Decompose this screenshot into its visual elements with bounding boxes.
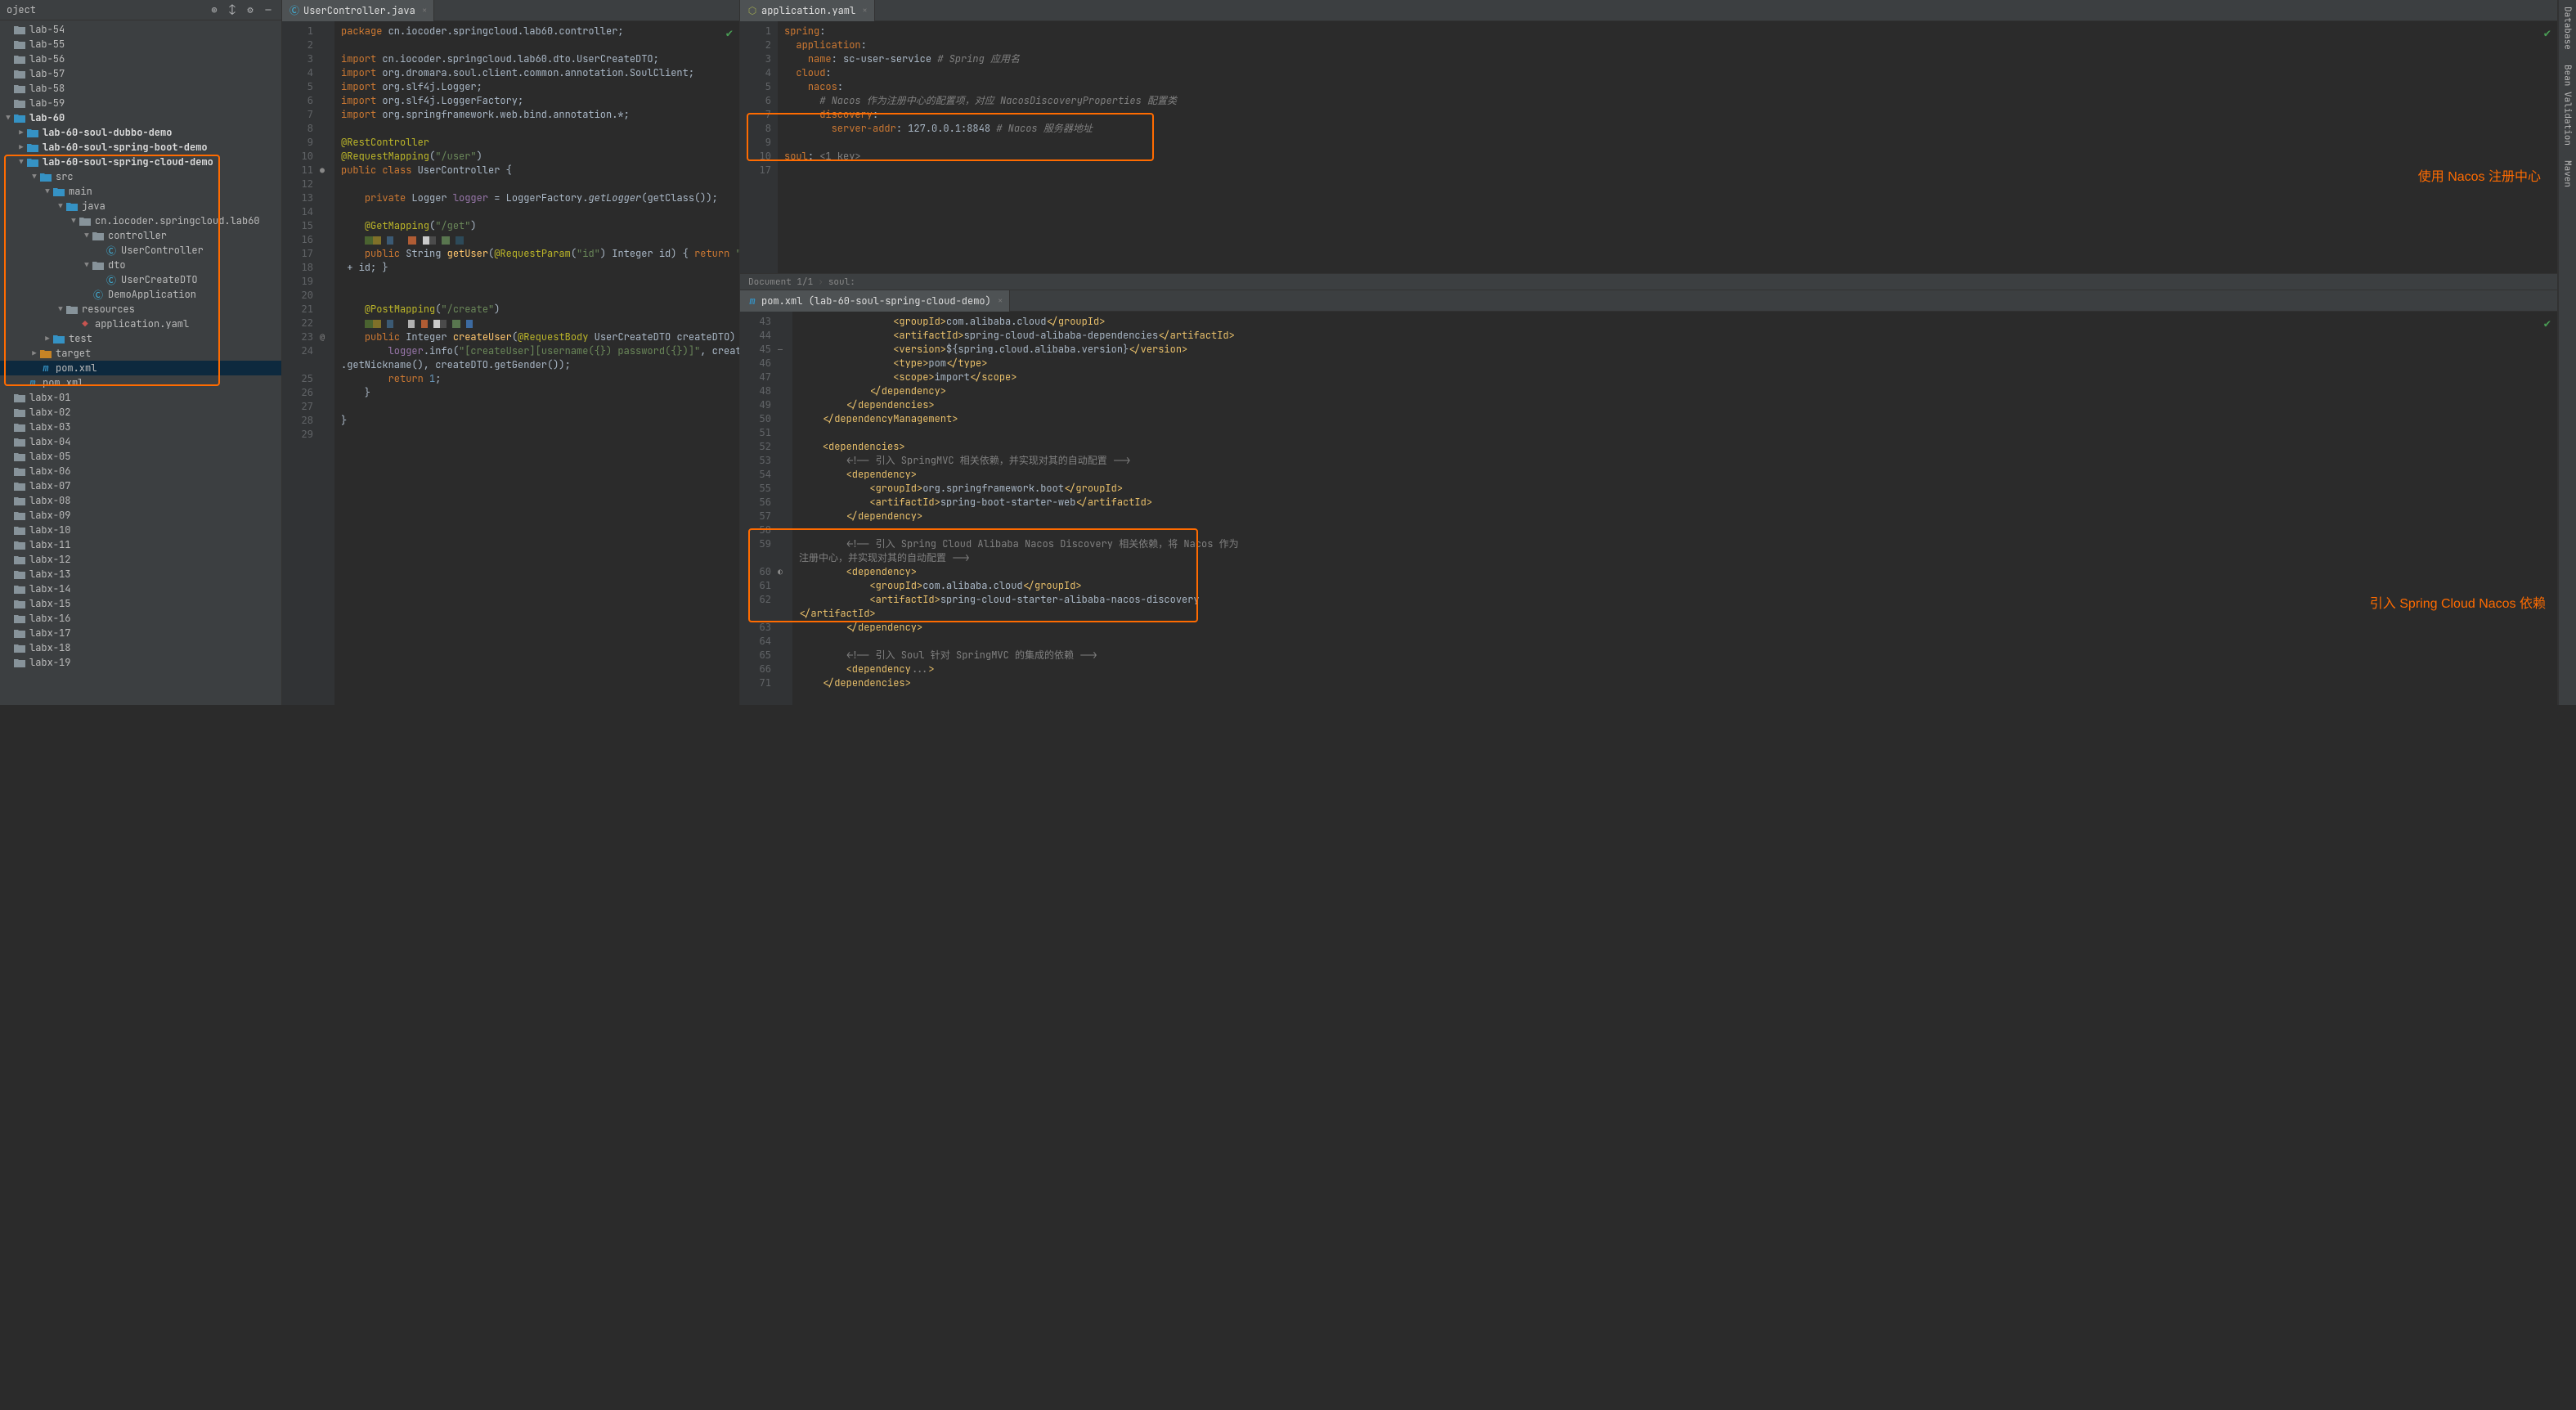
tree-item-lab-60[interactable]: ▼lab-60 xyxy=(0,110,281,125)
editor-tabs-left: Ⓒ UserController.java × xyxy=(282,0,739,21)
tree-item-demoapplication[interactable]: ⒸDemoApplication xyxy=(0,287,281,302)
sidebar-header: oject ⊕ ↕ ⚙ — xyxy=(0,0,281,20)
tree-item-labx-18[interactable]: labx-18 xyxy=(0,640,281,655)
tree-item-labx-09[interactable]: labx-09 xyxy=(0,508,281,523)
line-gutter: 1 2 3 4 5 6 7 8 9 10 11 12 13 14 15 16 1… xyxy=(282,21,320,705)
tree-item-pom-xml[interactable]: mpom.xml xyxy=(0,361,281,375)
editor-panel-right: ⬡ application.yaml × 1 2 3 4 5 6 7 8 9 1… xyxy=(740,0,2558,705)
tree-item-test[interactable]: ▶test xyxy=(0,331,281,346)
toolwindow-bean-validation[interactable]: Bean Validation xyxy=(2562,65,2574,146)
chevron-right-icon: › xyxy=(818,276,824,288)
gutter-marks: — ◐ xyxy=(778,312,792,705)
right-top-panel: ⬡ application.yaml × 1 2 3 4 5 6 7 8 9 1… xyxy=(740,0,2557,290)
tree-item-labx-17[interactable]: labx-17 xyxy=(0,626,281,640)
toolwindow-database[interactable]: Database xyxy=(2562,7,2574,50)
tree-item-usercontroller[interactable]: ⒸUserController xyxy=(0,243,281,258)
breadcrumb-path: soul: xyxy=(828,276,855,288)
line-gutter: 43 44 45 46 47 48 49 50 51 52 53 54 55 5… xyxy=(740,312,778,705)
tab-label: application.yaml xyxy=(761,4,855,17)
right-toolstrip: Database Bean Validation Maven xyxy=(2558,0,2576,705)
tab-pom-xml[interactable]: m pom.xml (lab-60-soul-spring-cloud-demo… xyxy=(740,290,1010,312)
code-content[interactable]: spring: application: name: sc-user-servi… xyxy=(778,21,2557,273)
close-icon[interactable]: × xyxy=(422,5,428,16)
code-area-yaml[interactable]: 1 2 3 4 5 6 7 8 9 10 17 spring: applicat… xyxy=(740,21,2557,273)
tree-item-usercreatedto[interactable]: ⒸUserCreateDTO xyxy=(0,272,281,287)
yaml-icon: ⬡ xyxy=(747,5,758,16)
tree-item-controller[interactable]: ▼controller xyxy=(0,228,281,243)
code-content[interactable]: package cn.iocoder.springcloud.lab60.con… xyxy=(334,21,739,705)
close-icon[interactable]: × xyxy=(862,5,868,16)
expand-icon[interactable]: ↕ xyxy=(226,3,239,16)
tree-item-labx-04[interactable]: labx-04 xyxy=(0,434,281,449)
tab-usercontroller[interactable]: Ⓒ UserController.java × xyxy=(282,0,434,21)
collapse-icon[interactable]: — xyxy=(262,3,275,16)
inspection-ok-icon: ✔ xyxy=(2544,26,2551,41)
inspection-ok-icon: ✔ xyxy=(726,26,733,41)
gutter-marks: ● @ xyxy=(320,21,334,705)
tree-item-labx-15[interactable]: labx-15 xyxy=(0,596,281,611)
tree-item-lab-60-soul-dubbo-demo[interactable]: ▶lab-60-soul-dubbo-demo xyxy=(0,125,281,140)
code-content[interactable]: <groupId>com.alibaba.cloud</groupId> <ar… xyxy=(792,312,2557,705)
locate-icon[interactable]: ⊕ xyxy=(208,3,221,16)
tree-item-labx-01[interactable]: labx-01 xyxy=(0,390,281,405)
tab-application-yaml[interactable]: ⬡ application.yaml × xyxy=(740,0,875,21)
tree-item-labx-12[interactable]: labx-12 xyxy=(0,552,281,567)
tree-item-resources[interactable]: ▼resources xyxy=(0,302,281,317)
tree-item-labx-16[interactable]: labx-16 xyxy=(0,611,281,626)
right-bottom-panel: m pom.xml (lab-60-soul-spring-cloud-demo… xyxy=(740,290,2557,705)
breadcrumb-doc: Document 1/1 xyxy=(748,276,813,288)
tree-item-lab-58[interactable]: lab-58 xyxy=(0,81,281,96)
tree-item-labx-03[interactable]: labx-03 xyxy=(0,420,281,434)
tree-item-lab-54[interactable]: lab-54 xyxy=(0,22,281,37)
java-class-icon: Ⓒ xyxy=(289,5,300,16)
code-area-left[interactable]: 1 2 3 4 5 6 7 8 9 10 11 12 13 14 15 16 1… xyxy=(282,21,739,705)
tree-item-labx-06[interactable]: labx-06 xyxy=(0,464,281,478)
editor-panel-left: Ⓒ UserController.java × 1 2 3 4 5 6 7 8 … xyxy=(282,0,740,705)
close-icon[interactable]: × xyxy=(998,295,1003,307)
line-gutter: 1 2 3 4 5 6 7 8 9 10 17 xyxy=(740,21,778,273)
tree-item-lab-60-soul-spring-boot-demo[interactable]: ▶lab-60-soul-spring-boot-demo xyxy=(0,140,281,155)
toolwindow-maven[interactable]: Maven xyxy=(2562,160,2574,187)
inspection-ok-icon: ✔ xyxy=(2544,317,2551,331)
tree-item-labx-13[interactable]: labx-13 xyxy=(0,567,281,582)
tree-item-main[interactable]: ▼main xyxy=(0,184,281,199)
tree-item-labx-05[interactable]: labx-05 xyxy=(0,449,281,464)
tab-label: pom.xml (lab-60-soul-spring-cloud-demo) xyxy=(761,294,991,308)
tree-item-dto[interactable]: ▼dto xyxy=(0,258,281,272)
tab-label: UserController.java xyxy=(303,4,415,17)
tree-item-src[interactable]: ▼src xyxy=(0,169,281,184)
tree-item-lab-59[interactable]: lab-59 xyxy=(0,96,281,110)
tree-item-labx-10[interactable]: labx-10 xyxy=(0,523,281,537)
tree-item-target[interactable]: ▶target xyxy=(0,346,281,361)
breadcrumb-yaml[interactable]: Document 1/1 › soul: xyxy=(740,273,2557,290)
project-tree[interactable]: lab-54lab-55lab-56lab-57lab-58lab-59▼lab… xyxy=(0,20,281,705)
tree-item-lab-60-soul-spring-cloud-demo[interactable]: ▼lab-60-soul-spring-cloud-demo xyxy=(0,155,281,169)
tree-item-labx-07[interactable]: labx-07 xyxy=(0,478,281,493)
tree-item-labx-19[interactable]: labx-19 xyxy=(0,655,281,670)
tree-item-cn-iocoder-springcloud-lab60[interactable]: ▼cn.iocoder.springcloud.lab60 xyxy=(0,213,281,228)
tree-item-labx-11[interactable]: labx-11 xyxy=(0,537,281,552)
tree-item-pom-xml[interactable]: mpom.xml xyxy=(0,375,281,390)
tree-item-lab-56[interactable]: lab-56 xyxy=(0,52,281,66)
tree-item-labx-14[interactable]: labx-14 xyxy=(0,582,281,596)
tree-item-lab-57[interactable]: lab-57 xyxy=(0,66,281,81)
tree-item-application-yaml[interactable]: ◆application.yaml xyxy=(0,317,281,331)
tree-item-labx-02[interactable]: labx-02 xyxy=(0,405,281,420)
editor-tabs-yaml: ⬡ application.yaml × xyxy=(740,0,2557,21)
code-area-pom[interactable]: 43 44 45 46 47 48 49 50 51 52 53 54 55 5… xyxy=(740,312,2557,705)
sidebar-title: oject xyxy=(7,3,203,16)
project-sidebar: oject ⊕ ↕ ⚙ — lab-54lab-55lab-56lab-57la… xyxy=(0,0,282,705)
tree-item-labx-08[interactable]: labx-08 xyxy=(0,493,281,508)
editor-area: Ⓒ UserController.java × 1 2 3 4 5 6 7 8 … xyxy=(282,0,2558,705)
editor-tabs-pom: m pom.xml (lab-60-soul-spring-cloud-demo… xyxy=(740,290,2557,312)
gear-icon[interactable]: ⚙ xyxy=(244,3,257,16)
tree-item-lab-55[interactable]: lab-55 xyxy=(0,37,281,52)
maven-icon: m xyxy=(747,295,758,307)
tree-item-java[interactable]: ▼java xyxy=(0,199,281,213)
